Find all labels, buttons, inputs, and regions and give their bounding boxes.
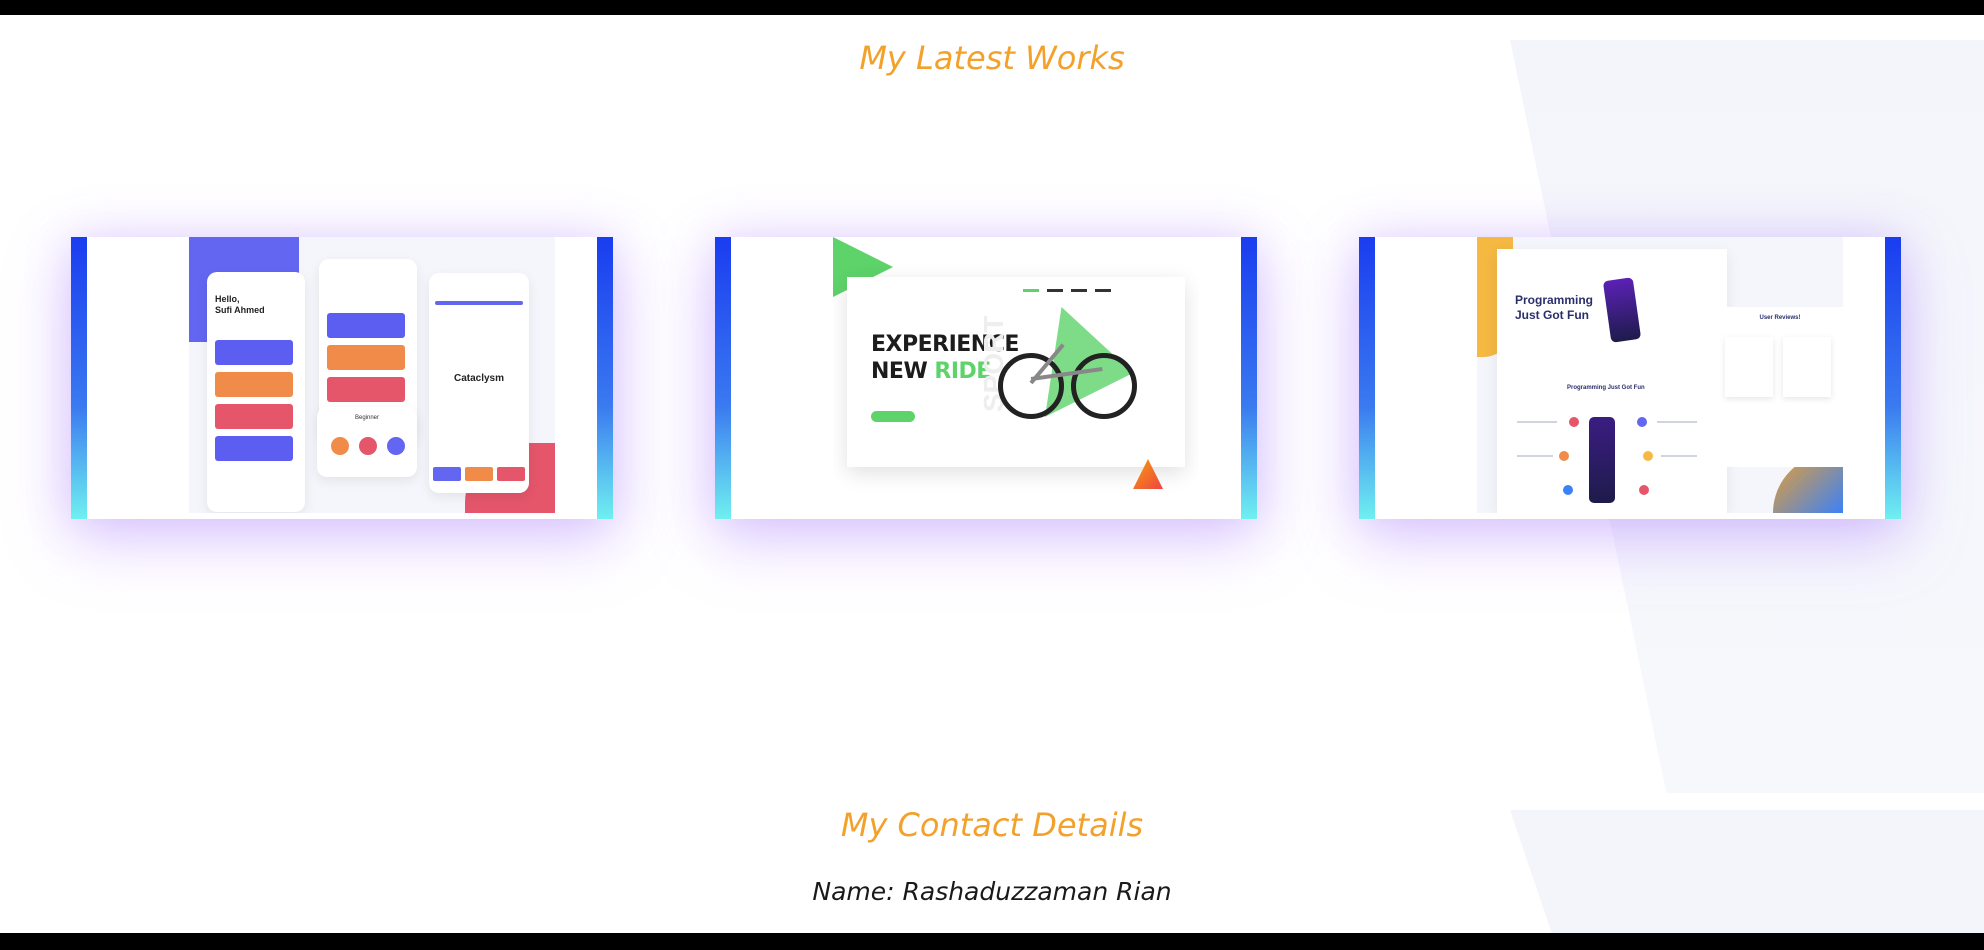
vocab-word: Cataclysm bbox=[453, 373, 505, 384]
feature-dot bbox=[1637, 417, 1647, 427]
feature-dot bbox=[1643, 451, 1653, 461]
review-card bbox=[1725, 337, 1773, 397]
nav-item bbox=[1047, 289, 1063, 292]
headline-line-2: NEW bbox=[871, 359, 928, 384]
work-card-2[interactable]: EXPERIENCE NEW RIDE SPORT bbox=[715, 237, 1257, 519]
level-card bbox=[327, 377, 405, 402]
nav-item bbox=[1095, 289, 1111, 292]
card-edge bbox=[1885, 237, 1901, 519]
hero-headline: Programming Just Got Fun bbox=[1515, 293, 1593, 323]
review-card bbox=[1783, 337, 1831, 397]
text-line bbox=[1657, 421, 1697, 423]
works-section-title: My Latest Works bbox=[859, 39, 1125, 77]
work-thumbnail-app[interactable]: Hello, Sufi Ahmed Cataclysm Beginner bbox=[189, 237, 555, 513]
card-edge bbox=[1241, 237, 1257, 519]
feature-dot bbox=[1559, 451, 1569, 461]
feature-dot bbox=[1569, 417, 1579, 427]
greeting-text: Hello, Sufi Ahmed bbox=[215, 294, 265, 316]
nav-item bbox=[1023, 289, 1039, 292]
headline-line-1: Programming bbox=[1515, 293, 1594, 307]
reviews-title: User Reviews! bbox=[1759, 315, 1801, 321]
bike-wheel bbox=[1071, 353, 1137, 419]
portfolio-page: My Latest Works Hello, Sufi Ahmed Catacl… bbox=[0, 15, 1984, 933]
action-button bbox=[433, 467, 461, 481]
nav-item bbox=[1071, 289, 1087, 292]
phone-popup: Beginner bbox=[317, 407, 417, 477]
phone-mockup: Cataclysm bbox=[429, 273, 529, 493]
popup-label: Beginner bbox=[354, 415, 380, 421]
contact-section-title: My Contact Details bbox=[840, 806, 1144, 844]
level-card bbox=[215, 404, 293, 429]
feature-dot bbox=[1563, 485, 1573, 495]
headline-line-2: Just Got Fun bbox=[1515, 308, 1589, 322]
section-subtitle: Programming Just Got Fun bbox=[1567, 385, 1645, 391]
option-dot bbox=[387, 437, 405, 455]
text-line bbox=[1517, 455, 1553, 457]
level-card bbox=[215, 372, 293, 397]
card-edge bbox=[1359, 237, 1375, 519]
work-thumbnail-bike[interactable]: EXPERIENCE NEW RIDE SPORT bbox=[833, 237, 1199, 513]
progress-bar bbox=[435, 301, 523, 305]
text-line bbox=[1661, 455, 1697, 457]
phone-mockup bbox=[1589, 417, 1615, 503]
action-button bbox=[465, 467, 493, 481]
text-line bbox=[1517, 421, 1557, 423]
card-edge bbox=[597, 237, 613, 519]
level-card bbox=[215, 340, 293, 365]
card-edge bbox=[715, 237, 731, 519]
level-card bbox=[327, 313, 405, 338]
user-name: Sufi Ahmed bbox=[215, 305, 265, 315]
phone-mockup: Hello, Sufi Ahmed bbox=[207, 272, 305, 512]
option-dot bbox=[359, 437, 377, 455]
work-card-1[interactable]: Hello, Sufi Ahmed Cataclysm Beginner bbox=[71, 237, 613, 519]
bike-wheel bbox=[998, 353, 1064, 419]
work-card-3[interactable]: User Reviews! Programming Just Got Fun P… bbox=[1359, 237, 1901, 519]
card-edge bbox=[71, 237, 87, 519]
feature-dot bbox=[1639, 485, 1649, 495]
reviews-panel: User Reviews! bbox=[1717, 307, 1843, 467]
contact-name: Name: Rashaduzzaman Rian bbox=[812, 877, 1172, 906]
action-button bbox=[497, 467, 525, 481]
level-card bbox=[327, 345, 405, 370]
cta-button bbox=[871, 411, 915, 422]
greeting: Hello, bbox=[215, 294, 240, 304]
work-thumbnail-programming[interactable]: User Reviews! Programming Just Got Fun P… bbox=[1477, 237, 1843, 513]
option-dot bbox=[331, 437, 349, 455]
level-card bbox=[215, 436, 293, 461]
